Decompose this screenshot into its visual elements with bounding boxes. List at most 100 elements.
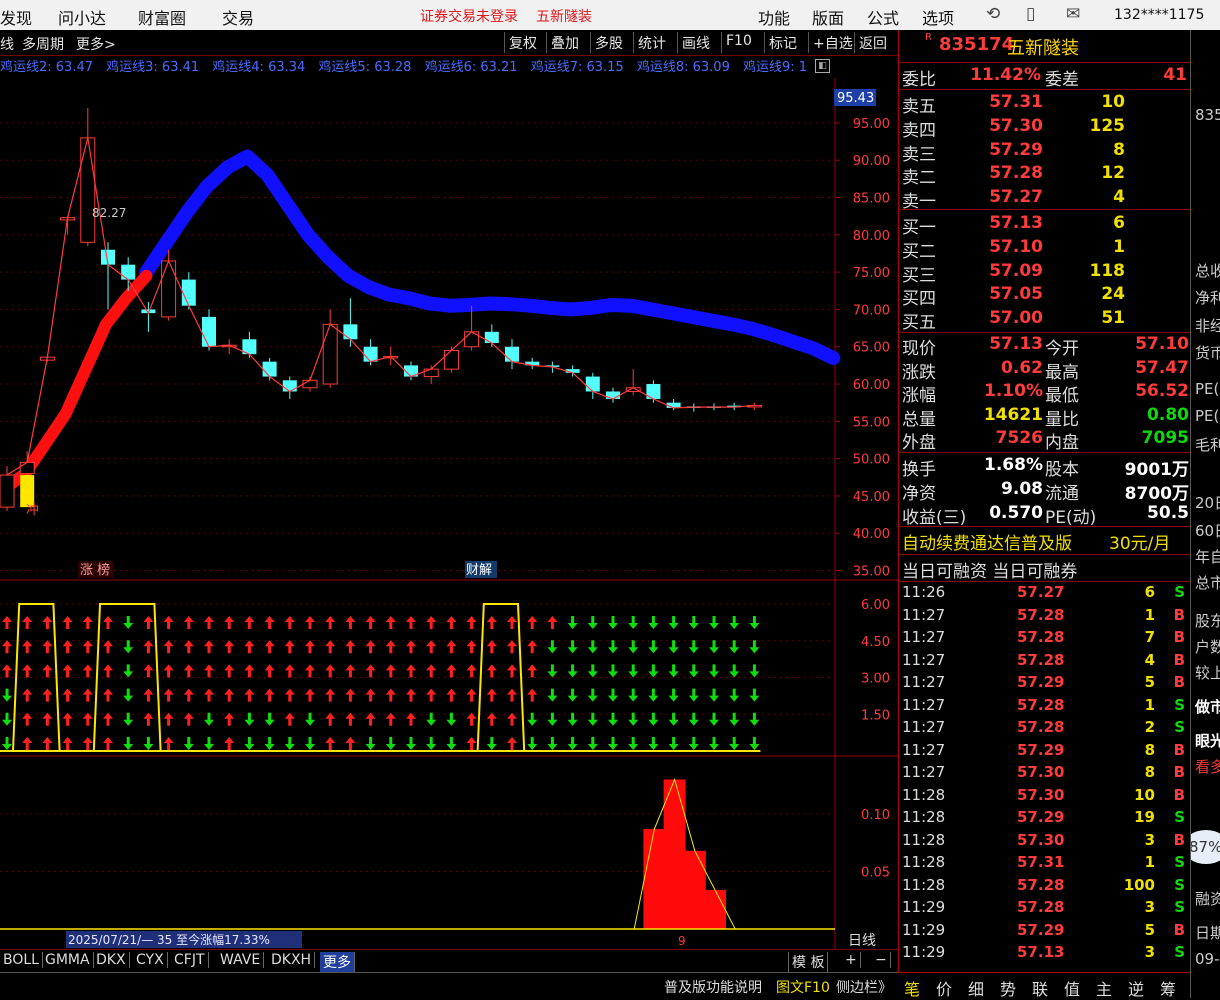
back-button[interactable]: 返回: [854, 32, 891, 53]
tab-trend[interactable]: 势: [1000, 976, 1016, 1000]
period-line-tab[interactable]: 线: [0, 34, 14, 54]
candle-body: [484, 331, 499, 343]
tab-ticks[interactable]: 笔: [904, 976, 920, 1000]
multi-period-tab[interactable]: 多周期: [22, 34, 64, 54]
up-arrow: [385, 664, 396, 678]
tab-reverse[interactable]: 逆: [1128, 976, 1144, 1000]
restore-rights-button[interactable]: 复权: [504, 32, 541, 53]
buy-row[interactable]: 买三 57.09 118: [899, 261, 1191, 286]
menu-formula[interactable]: 公式: [867, 5, 899, 29]
statistics-button[interactable]: 统计: [633, 32, 670, 53]
side-info-item[interactable]: 20日: [1195, 492, 1220, 513]
side-info-item[interactable]: 眼光: [1195, 730, 1220, 751]
sell-row[interactable]: 卖一 57.27 4: [899, 187, 1191, 212]
side-info-item[interactable]: 融资: [1195, 888, 1220, 909]
period-label[interactable]: 日线: [848, 933, 876, 949]
menu-layout[interactable]: 版面: [812, 5, 844, 29]
zoom-in-button[interactable]: +: [842, 952, 861, 968]
draw-line-button[interactable]: 画线: [677, 32, 714, 53]
tick-time: 11:29: [902, 920, 946, 939]
side-info-item[interactable]: 看多: [1195, 756, 1220, 777]
tab-gmma[interactable]: GMMA: [42, 952, 94, 968]
tab-value[interactable]: 值: [1064, 976, 1080, 1000]
f10-text-link[interactable]: 图文F10: [776, 977, 830, 997]
tab-main[interactable]: 主: [1096, 976, 1112, 1000]
side-info-item[interactable]: 较上: [1195, 662, 1220, 683]
sell-row[interactable]: 卖四 57.30 125: [899, 116, 1191, 141]
sell-row[interactable]: 卖三 57.29 8: [899, 140, 1191, 165]
side-info-item[interactable]: 非经: [1195, 315, 1220, 336]
zhangbang-label[interactable]: 涨 榜: [80, 562, 110, 578]
mark-button[interactable]: 标记: [764, 32, 801, 53]
menu-function[interactable]: 功能: [758, 5, 790, 29]
side-info-item[interactable]: 货币: [1195, 342, 1220, 363]
refresh-icon[interactable]: ⟲: [986, 4, 1000, 24]
side-info-item[interactable]: PE(: [1195, 407, 1219, 425]
tab-chips[interactable]: 筹: [1160, 976, 1176, 1000]
buy-row[interactable]: 买四 57.05 24: [899, 284, 1191, 309]
side-info-item[interactable]: 60日: [1195, 520, 1220, 541]
tab-wave[interactable]: WAVE: [217, 952, 265, 968]
sell-row[interactable]: 卖二 57.28 12: [899, 163, 1191, 188]
help-link[interactable]: 普及版功能说明: [664, 977, 762, 997]
down-arrow: [608, 712, 618, 726]
tab-cyx[interactable]: CYX: [133, 952, 168, 968]
webi-label: 委比: [902, 70, 936, 90]
side-info-item[interactable]: PE(: [1195, 380, 1219, 398]
menu-options[interactable]: 选项: [922, 5, 954, 29]
stat-value: 57.10: [1135, 334, 1189, 354]
legend-toggle-icon[interactable]: ◧: [815, 59, 830, 73]
side-info-item[interactable]: 835: [1195, 106, 1220, 124]
side-info-item[interactable]: 户数: [1195, 636, 1220, 657]
tab-dkx[interactable]: DKX: [93, 952, 130, 968]
zoom-out-button[interactable]: −: [872, 952, 891, 968]
side-info-item[interactable]: 净利: [1195, 287, 1220, 308]
menu-discover[interactable]: 发现: [0, 5, 32, 29]
f10-button[interactable]: F10: [721, 32, 756, 53]
user-account[interactable]: 132****1175: [1114, 7, 1204, 23]
down-arrow: [729, 712, 740, 726]
buy-row[interactable]: 买二 57.10 1: [899, 237, 1191, 262]
menu-wealth-circle[interactable]: 财富圈: [138, 5, 186, 29]
tab-dkxh[interactable]: DKXH: [268, 952, 316, 968]
sidebar-toggle[interactable]: 侧边栏》: [836, 977, 892, 997]
buy-row[interactable]: 买五 57.00 51: [899, 308, 1191, 333]
promo-price[interactable]: 30元/月: [1109, 529, 1170, 554]
promo-text[interactable]: 自动续费通达信普及版: [902, 529, 1072, 554]
chart-area[interactable]: 95.00 90.00 85.00 80.00 75.00 70.00 65.00 60.00…: [0, 78, 898, 950]
multi-stock-button[interactable]: 多股: [590, 32, 627, 53]
tab-boll[interactable]: BOLL: [0, 952, 43, 968]
mail-icon[interactable]: ✉: [1066, 4, 1080, 24]
side-info-item[interactable]: 股东: [1195, 610, 1220, 631]
caijie-label[interactable]: 财解: [466, 563, 492, 578]
tick-side: S: [1174, 583, 1185, 601]
side-info-item[interactable]: 总收: [1195, 260, 1220, 281]
tab-link[interactable]: 联: [1032, 976, 1048, 1000]
side-info-item[interactable]: 做市: [1195, 696, 1220, 717]
high-price-label: 82.27: [92, 206, 126, 220]
side-info-item[interactable]: 年自: [1195, 546, 1220, 567]
template-button[interactable]: 模 板: [788, 952, 829, 972]
menu-wenxiaoda[interactable]: 问小达: [58, 5, 106, 29]
tab-more[interactable]: 更多: [320, 952, 355, 972]
side-info-item[interactable]: 日期: [1195, 922, 1220, 943]
sell-row[interactable]: 卖五 57.31 10: [899, 92, 1191, 117]
side-info-item[interactable]: 87%: [1191, 830, 1220, 864]
tab-detail[interactable]: 细: [968, 976, 984, 1000]
tab-cfjt[interactable]: CFJT: [171, 952, 209, 968]
ma-legend-item: 鸡运线7: 63.15: [530, 60, 624, 75]
add-watchlist-button[interactable]: +自选: [808, 32, 857, 53]
overlay-button[interactable]: 叠加: [546, 32, 583, 53]
phone-icon[interactable]: ▯: [1026, 4, 1035, 24]
login-alert[interactable]: 证券交易未登录: [420, 6, 518, 26]
buy-row[interactable]: 买一 57.13 6: [899, 213, 1191, 238]
menu-trade[interactable]: 交易: [222, 5, 254, 29]
side-info-item[interactable]: 总市: [1195, 572, 1220, 593]
more-tab[interactable]: 更多>: [76, 34, 116, 54]
tick-volume: 5: [1144, 673, 1155, 691]
buy-price: 57.05: [989, 284, 1043, 305]
up-arrow: [143, 640, 154, 654]
side-info-item[interactable]: 毛利: [1195, 434, 1220, 455]
side-info-item[interactable]: 09-: [1195, 950, 1220, 968]
tab-price[interactable]: 价: [936, 976, 952, 1000]
